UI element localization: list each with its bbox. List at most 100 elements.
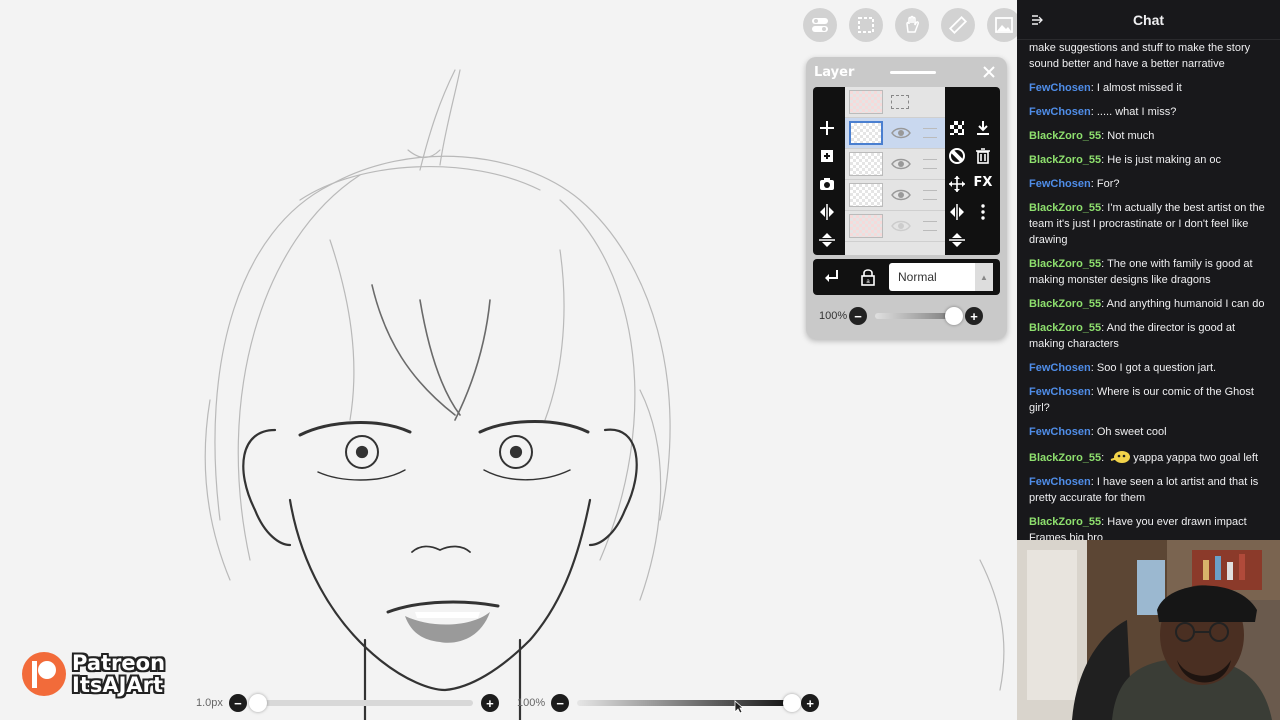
chat-username[interactable]: FewChosen (1029, 178, 1091, 190)
opacity-decrease-button[interactable]: − (849, 307, 867, 325)
chat-message: FewChosen: ..... what I miss? (1029, 106, 1177, 118)
slider-knob[interactable] (945, 307, 963, 325)
brush-opacity-increase-button[interactable]: + (801, 694, 820, 712)
clipping-icon[interactable] (948, 147, 966, 165)
duplicate-layer-icon[interactable] (818, 147, 836, 165)
collapse-chat-icon[interactable] (1031, 14, 1043, 26)
brush-size-slider[interactable] (248, 694, 473, 712)
add-layer-icon[interactable] (818, 119, 836, 137)
layer-drag-handle[interactable] (923, 190, 937, 200)
chat-username[interactable]: FewChosen (1029, 106, 1091, 118)
layer-row[interactable] (845, 211, 945, 242)
ruler-icon (948, 15, 968, 35)
layer-right-tools: FX (944, 119, 996, 249)
slider-knob[interactable] (248, 694, 267, 712)
more-options-icon[interactable] (974, 203, 992, 221)
brush-size-decrease-button[interactable]: − (228, 694, 247, 712)
chat-username[interactable]: FewChosen (1029, 426, 1091, 438)
eye-icon[interactable] (891, 188, 911, 202)
image-icon (995, 17, 1013, 33)
panel-drag-handle[interactable] (890, 71, 936, 74)
brush-size-slider-row: 1.0px − + (196, 694, 499, 712)
svg-text:a: a (866, 279, 870, 285)
watermark-line-2: ItsAJArt (72, 673, 164, 697)
chat-username[interactable]: BlackZoro_55 (1029, 202, 1101, 214)
layer-thumbnail (849, 214, 883, 238)
layer-thumbnail (849, 152, 883, 176)
chat-username[interactable]: FewChosen (1029, 82, 1091, 94)
chat-username[interactable]: BlackZoro_55 (1029, 154, 1101, 166)
fx-button[interactable]: FX (974, 175, 993, 193)
lock-icon[interactable]: a (859, 268, 877, 286)
chat-title: Chat (1132, 11, 1165, 28)
chat-message-list: make suggestions and stuff to make the s… (1029, 40, 1273, 540)
layer-row[interactable] (845, 149, 945, 180)
patreon-watermark: Patreon ItsAJArt (20, 650, 165, 698)
chat-username[interactable]: BlackZoro_55 (1029, 130, 1101, 142)
chat-message-text: make suggestions and stuff to make the s… (1029, 42, 1251, 70)
eye-icon[interactable] (891, 157, 911, 171)
slider-knob[interactable] (783, 694, 802, 712)
layer-row-selected[interactable] (845, 118, 945, 149)
eye-icon[interactable] (891, 219, 911, 233)
layer-thumbnail (849, 90, 883, 114)
layer-drag-handle[interactable] (923, 128, 937, 138)
chat-message: BlackZoro_55: The one with family is goo… (1029, 258, 1253, 286)
layer-opacity-slider[interactable] (875, 307, 963, 325)
chat-message: BlackZoro_55: I'm actually the best arti… (1029, 202, 1265, 246)
patreon-logo-icon (22, 652, 66, 696)
chat-message: FewChosen: I almost missed it (1029, 82, 1182, 94)
chevron-up-icon: ▲ (975, 263, 993, 291)
chat-username[interactable]: BlackZoro_55 (1029, 452, 1101, 464)
camera-icon[interactable] (818, 175, 836, 193)
chat-username[interactable]: BlackZoro_55 (1029, 298, 1101, 310)
flip-vertical-icon[interactable] (948, 231, 966, 249)
chat-message: BlackZoro_55: yappa yappa two goal left (1029, 448, 1273, 466)
layer-blend-bar: a Normal ▲ (813, 259, 1000, 295)
chat-header: Chat (1017, 0, 1280, 40)
chat-username[interactable]: FewChosen (1029, 386, 1091, 398)
brush-opacity-slider[interactable] (577, 694, 802, 712)
flip-vertical-icon[interactable] (818, 231, 836, 249)
transparency-lock-icon[interactable] (948, 119, 966, 137)
clip-arrow-icon[interactable] (823, 268, 841, 286)
image-tool-button[interactable] (987, 8, 1017, 42)
blend-mode-select[interactable]: Normal ▲ (889, 263, 993, 291)
close-icon[interactable] (981, 64, 997, 80)
layer-thumbnail (849, 183, 883, 207)
layer-list[interactable] (845, 87, 945, 255)
ruler-tool-button[interactable] (941, 8, 975, 42)
layer-drag-handle[interactable] (923, 159, 937, 169)
toggle-tool-button[interactable] (803, 8, 837, 42)
drawing-canvas[interactable]: Layer FX a Normal ▲ 100% − + 1.0px − + 1… (0, 0, 1017, 720)
flip-horizontal-icon[interactable] (948, 203, 966, 221)
chat-username[interactable]: BlackZoro_55 (1029, 258, 1101, 270)
chat-username[interactable]: BlackZoro_55 (1029, 516, 1101, 528)
layer-drag-handle[interactable] (923, 221, 937, 231)
hand-tool-button[interactable] (895, 8, 929, 42)
chat-username[interactable]: FewChosen (1029, 362, 1091, 374)
chat-username[interactable]: BlackZoro_55 (1029, 322, 1101, 334)
flip-horizontal-icon[interactable] (818, 203, 836, 221)
eye-icon[interactable] (891, 126, 911, 140)
chat-message-text: Soo I got a question jart. (1096, 362, 1217, 374)
brush-size-value: 1.0px (196, 697, 223, 709)
brush-opacity-decrease-button[interactable]: − (551, 694, 570, 712)
chat-message: FewChosen: Soo I got a question jart. (1029, 362, 1217, 374)
selection-icon (858, 17, 874, 33)
brush-size-increase-button[interactable]: + (480, 694, 499, 712)
selection-tool-button[interactable] (849, 8, 883, 42)
layer-row[interactable] (845, 180, 945, 211)
brush-opacity-slider-row: 100% − + (517, 694, 820, 712)
layer-opacity-value: 100% (819, 310, 848, 322)
layer-panel-title: Layer (814, 64, 855, 80)
chat-message-text: Oh sweet cool (1096, 426, 1167, 438)
chat-message: FewChosen: Oh sweet cool (1029, 426, 1167, 438)
chat-username[interactable]: FewChosen (1029, 476, 1091, 488)
opacity-increase-button[interactable]: + (965, 307, 983, 325)
move-icon[interactable] (948, 175, 966, 193)
trash-icon[interactable] (974, 147, 992, 165)
chat-message-text: He is just making an oc (1107, 154, 1221, 166)
layer-row[interactable] (845, 87, 945, 118)
merge-down-icon[interactable] (974, 119, 992, 137)
